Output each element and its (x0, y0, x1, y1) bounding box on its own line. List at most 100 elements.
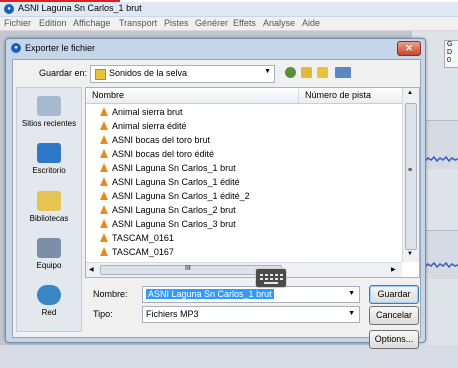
menu-tracks[interactable]: Pistes (164, 18, 189, 28)
file-list[interactable]: Nombre Número de pista Animal sierra bru… (85, 87, 420, 278)
file-name: ASNI bocas del toro édité (112, 149, 215, 159)
place-computer[interactable]: Equipo (17, 238, 81, 270)
chevron-down-icon: ▼ (264, 68, 271, 75)
chevron-down-icon[interactable]: ▼ (348, 290, 355, 297)
scroll-thumb[interactable]: ≡ (405, 103, 417, 250)
options-button[interactable]: Options... (369, 330, 419, 349)
list-item[interactable]: ASNI Laguna Sn Carlos_2 brut (100, 204, 236, 216)
place-libraries-label: Bibliotecas (29, 214, 69, 223)
place-desktop-label: Escritorio (32, 166, 66, 175)
scroll-left-icon[interactable]: ◀ (89, 266, 94, 273)
file-name: ASNI Laguna Sn Carlos_2 brut (112, 205, 236, 215)
list-item[interactable]: ASNI bocas del toro édité (100, 148, 214, 160)
menu-transport[interactable]: Transport (119, 18, 157, 28)
file-name-input[interactable]: ASNI Laguna Sn Carlos_1 brut ▼ (142, 286, 360, 303)
column-header-name[interactable]: Nombre (86, 88, 299, 104)
dialog-titlebar[interactable]: ● Exporter le fichier ✕ (6, 39, 425, 57)
list-item[interactable]: TASCAM_0167 (100, 246, 174, 258)
file-name: ASNI Laguna Sn Carlos_3 brut (112, 219, 236, 229)
list-item[interactable]: ASNI Laguna Sn Carlos_1 édité_2 (100, 190, 250, 202)
list-item[interactable]: TASCAM_0161 (100, 232, 174, 244)
file-type-select[interactable]: Fichiers MP3 ▼ (142, 306, 360, 323)
scroll-down-icon[interactable]: ▼ (407, 251, 413, 257)
vlc-file-icon (100, 163, 108, 173)
save-button[interactable]: Guardar (369, 285, 419, 304)
dialog-body: Guardar en: Sonidos de la selva ▼ Sitios… (12, 59, 421, 349)
list-item[interactable]: Animal sierra brut (100, 106, 183, 118)
cancel-button[interactable]: Cancelar (369, 306, 419, 325)
keyboard-icon[interactable] (255, 268, 287, 288)
grip-icon: III (185, 265, 191, 272)
column-track-label: Número de pista (305, 90, 372, 100)
menu-effects[interactable]: Effets (233, 18, 256, 28)
vertical-scrollbar[interactable]: ▲ ≡ ▼ (402, 88, 419, 262)
horizontal-scrollbar[interactable]: ◀ III ▶ (86, 262, 402, 277)
up-folder-icon[interactable] (301, 67, 312, 78)
place-recent-label: Sitios recientes (21, 119, 77, 128)
menu-edit[interactable]: Edition (39, 18, 67, 28)
file-name: Animal sierra brut (112, 107, 183, 117)
close-button[interactable]: ✕ (397, 41, 421, 56)
menu-help[interactable]: Aide (302, 18, 320, 28)
vlc-file-icon (100, 149, 108, 159)
place-recent[interactable]: Sitios recientes (17, 96, 81, 128)
meter-right-label: D (447, 49, 453, 56)
place-desktop[interactable]: Escritorio (17, 143, 81, 175)
vlc-file-icon (100, 219, 108, 229)
menu-file[interactable]: Fichier (4, 18, 31, 28)
column-name-label: Nombre (92, 90, 125, 100)
grip-icon: ≡ (408, 167, 413, 174)
file-name: TASCAM_0161 (112, 233, 174, 243)
file-name: TASCAM_0167 (112, 247, 174, 257)
chevron-down-icon[interactable]: ▼ (348, 310, 355, 317)
column-header-track[interactable]: Número de pista (299, 88, 403, 104)
scroll-up-icon[interactable]: ▲ (407, 90, 413, 96)
list-item[interactable]: ASNI bocas del toro brut (100, 134, 210, 146)
file-name-value: ASNI Laguna Sn Carlos_1 brut (146, 289, 274, 299)
dialog-title: Exporter le fichier (25, 43, 96, 53)
file-type-value: Fichiers MP3 (146, 309, 199, 319)
vlc-file-icon (100, 121, 108, 131)
place-network-label: Red (41, 308, 57, 317)
place-computer-label: Equipo (36, 261, 62, 270)
meter-left-label: G (447, 41, 453, 48)
new-folder-icon[interactable] (317, 67, 328, 78)
list-item[interactable]: ASNI Laguna Sn Carlos_3 brut (100, 218, 236, 230)
menu-analyze[interactable]: Analyse (263, 18, 295, 28)
meter-toolbar: G D 0 (444, 40, 458, 68)
vlc-file-icon (100, 233, 108, 243)
menu-view[interactable]: Affichage (73, 18, 110, 28)
places-bar: Sitios recientes Escritorio Bibliotecas … (16, 87, 82, 332)
list-item[interactable]: Animal sierra édité (100, 120, 187, 132)
menu-generate[interactable]: Générer (195, 18, 228, 28)
vlc-file-icon (100, 247, 108, 257)
list-item[interactable]: ASNI Laguna Sn Carlos_1 édité (100, 176, 240, 188)
file-name: ASNI Laguna Sn Carlos_1 édité (112, 177, 240, 187)
file-name: ASNI Laguna Sn Carlos_1 édité_2 (112, 191, 250, 201)
place-network[interactable]: Red (17, 285, 81, 317)
app-titlebar: ● ASNI Laguna Sn Carlos_1 brut (0, 2, 458, 17)
back-icon[interactable] (285, 67, 296, 78)
scroll-right-icon[interactable]: ▶ (391, 266, 396, 273)
place-libraries[interactable]: Bibliotecas (17, 191, 81, 223)
vlc-file-icon (100, 205, 108, 215)
desktop-icon (37, 143, 61, 163)
folder-icon (95, 69, 106, 80)
file-name: ASNI bocas del toro brut (112, 135, 211, 145)
vlc-file-icon (100, 135, 108, 145)
vlc-file-icon (100, 177, 108, 187)
menubar: Fichier Edition Affichage Transport Pist… (0, 17, 458, 31)
list-item[interactable]: ASNI Laguna Sn Carlos_1 brut (100, 162, 236, 174)
save-in-combo[interactable]: Sonidos de la selva ▼ (90, 65, 275, 83)
vlc-file-icon (100, 107, 108, 117)
vlc-file-icon (100, 191, 108, 201)
recent-places-icon (37, 96, 61, 116)
meter-zero-label: 0 (447, 57, 451, 64)
file-type-label: Tipo: (93, 309, 113, 319)
file-name-label: Nombre: (93, 289, 128, 299)
view-menu-icon[interactable] (335, 67, 351, 78)
file-name: ASNI Laguna Sn Carlos_1 brut (112, 163, 236, 173)
audacity-icon: ● (4, 4, 14, 14)
network-icon (37, 285, 61, 305)
computer-icon (37, 238, 61, 258)
